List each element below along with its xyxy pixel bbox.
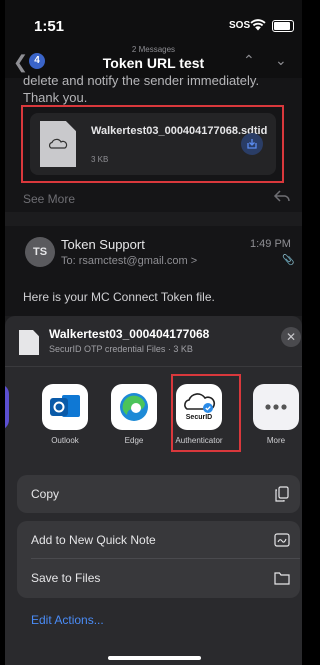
save-files-label: Save to Files (31, 571, 101, 585)
thread-title: Token URL test (102, 55, 205, 71)
attachment-size: 3 KB (91, 155, 109, 164)
close-icon[interactable]: ✕ (281, 327, 301, 347)
share-sheet: Walkertest03_000404177068 SecurID OTP cr… (5, 316, 302, 665)
app-label: Edge (124, 436, 144, 445)
attachment-highlight: Walkertest03_000404177068.sdtid 3 KB (21, 105, 284, 183)
previous-message-icon[interactable]: ⌃ (243, 52, 255, 69)
status-time: 1:51 (34, 18, 65, 35)
save-files-action[interactable]: Save to Files (17, 559, 300, 597)
app-label: More (266, 436, 286, 445)
avatar: TS (25, 237, 55, 267)
email-message-1: delete and notify the sender immediately… (5, 73, 302, 212)
email-message-2[interactable]: TS Token Support To: rsamctest@gmail.com… (5, 226, 302, 316)
sos-indicator: SOS (229, 20, 251, 31)
sender-name: Token Support (61, 237, 145, 252)
share-app-edge[interactable]: Edge (109, 384, 159, 445)
home-indicator (108, 656, 201, 660)
email-body-text: delete and notify the sender immediately… (23, 73, 260, 105)
more-dots-icon (253, 384, 299, 430)
share-app-authenticator[interactable]: SecurID Authenticator (174, 384, 224, 445)
wifi-icon (250, 18, 266, 36)
copy-group: Copy (17, 475, 300, 513)
download-icon[interactable] (241, 133, 263, 155)
sdtid-file-icon (40, 121, 76, 167)
securid-icon: SecurID (176, 384, 222, 430)
divider (5, 366, 302, 367)
copy-action[interactable]: Copy (17, 475, 300, 513)
actions-group: Add to New Quick Note Save to Files (17, 521, 300, 598)
quick-note-action[interactable]: Add to New Quick Note (17, 521, 300, 559)
outlook-icon (42, 384, 88, 430)
next-message-icon[interactable]: ⌄ (275, 52, 287, 69)
shared-file-meta: SecurID OTP credential Files · 3 KB (49, 344, 193, 354)
reply-icon[interactable] (273, 189, 291, 208)
share-app-more[interactable]: More (251, 384, 301, 445)
message-preview: Here is your MC Connect Token file. (23, 290, 215, 304)
message-time: 1:49 PM (250, 238, 291, 250)
partial-app-icon (5, 384, 9, 430)
copy-label: Copy (31, 487, 60, 501)
securid-icon-text: SecurID (185, 414, 213, 421)
status-bar: 1:51 SOS (5, 0, 302, 44)
quick-note-icon (273, 531, 291, 554)
screen: 1:51 SOS ❮ 4 2 Messages Token URL test ⌃… (5, 0, 302, 665)
shared-file-name: Walkertest03_000404177068 (49, 327, 210, 341)
attachment-name: Walkertest03_000404177068.sdtid (91, 125, 268, 137)
folder-icon (273, 569, 291, 592)
recipient[interactable]: To: rsamctest@gmail.com > (61, 255, 197, 267)
attachment-card[interactable]: Walkertest03_000404177068.sdtid 3 KB (30, 113, 276, 175)
copy-icon (273, 485, 291, 508)
shared-file-icon (19, 330, 39, 355)
share-app-outlook[interactable]: Outlook (40, 384, 90, 445)
quick-note-label: Add to New Quick Note (31, 533, 156, 547)
edit-actions-link[interactable]: Edit Actions... (31, 613, 104, 627)
app-label: Authenticator (175, 436, 223, 445)
see-more-link[interactable]: See More (23, 192, 75, 206)
message-count: 2 Messages (131, 45, 176, 54)
edge-icon (111, 384, 157, 430)
battery-icon (272, 20, 294, 32)
app-label: Outlook (51, 436, 79, 445)
paperclip-icon: 📎 (282, 255, 295, 266)
